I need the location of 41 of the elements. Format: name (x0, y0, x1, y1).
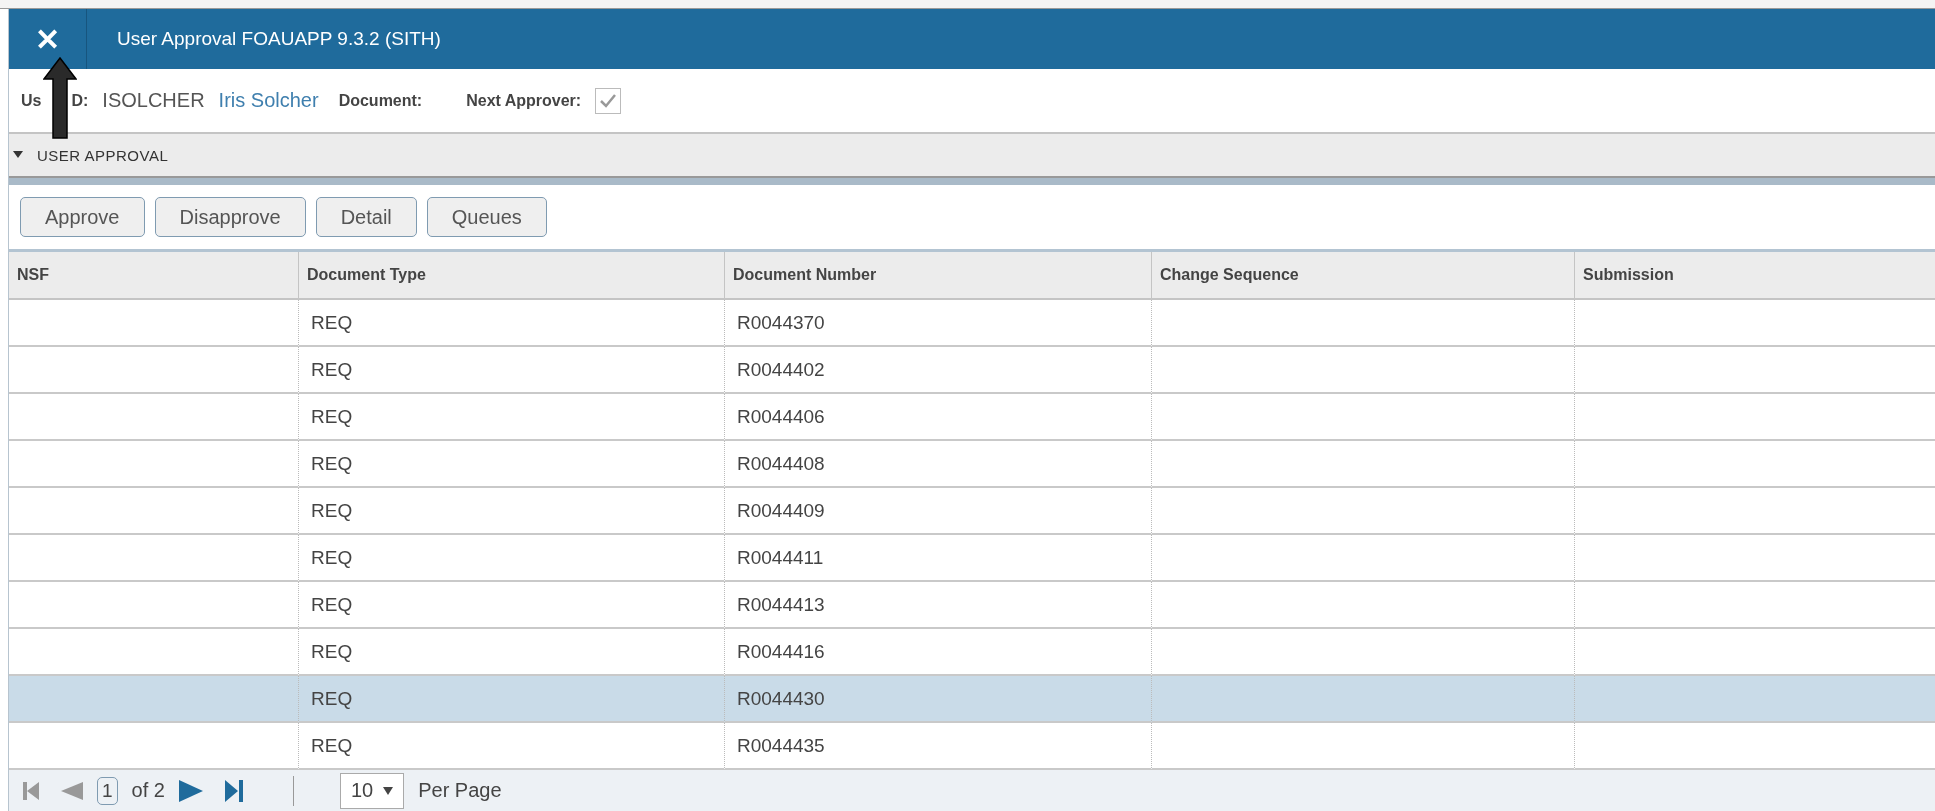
column-header[interactable]: Document Type (298, 252, 724, 300)
table-cell: REQ (298, 676, 724, 723)
table-cell: R0044413 (724, 582, 1151, 629)
table-cell: R0044402 (724, 347, 1151, 394)
table-cell: R0044408 (724, 441, 1151, 488)
action-button[interactable]: Detail (315, 197, 417, 237)
table-cell: REQ (298, 300, 724, 347)
table-cell: REQ (298, 441, 724, 488)
table-cell: REQ (298, 488, 724, 535)
page-number-field[interactable]: 1 (97, 776, 118, 805)
next-approver-label: Next Approver: (466, 91, 582, 110)
per-page-label: Per Page (418, 779, 502, 802)
action-button[interactable]: Queues (426, 197, 547, 237)
table-cell: R0044370 (724, 300, 1151, 347)
table-cell: R0044416 (724, 629, 1151, 676)
table-cell: REQ (298, 535, 724, 582)
table-cell: REQ (298, 582, 724, 629)
document-label: Document: (338, 91, 423, 110)
user-id-value: ISOLCHER (102, 89, 205, 112)
page-count: of 2 (131, 779, 165, 802)
table-cell: R0044435 (724, 723, 1151, 770)
user-id-label: D: (71, 91, 89, 110)
action-button[interactable]: Approve (20, 197, 145, 237)
column-header[interactable]: Submission (1574, 252, 1935, 300)
table-cell: REQ (298, 394, 724, 441)
per-page-select[interactable]: 10 (339, 772, 405, 809)
action-button[interactable]: Disapprove (154, 197, 306, 237)
user-name: Iris Solcher (218, 89, 319, 112)
table-cell: REQ (298, 629, 724, 676)
user-id-label: Us (21, 91, 42, 110)
section-title: USER APPROVAL (37, 146, 169, 164)
table-cell: REQ (298, 723, 724, 770)
table-cell: R0044411 (724, 535, 1151, 582)
column-header[interactable]: Change Sequence (1151, 252, 1574, 300)
column-header[interactable]: NSF (9, 252, 298, 300)
table-cell: R0044430 (724, 676, 1151, 723)
table-cell: R0044406 (724, 394, 1151, 441)
table-cell: REQ (298, 347, 724, 394)
table-cell: R0044409 (724, 488, 1151, 535)
column-header[interactable]: Document Number (724, 252, 1151, 300)
window-title: User Approval FOAUAPP 9.3.2 (SITH) (117, 28, 441, 50)
